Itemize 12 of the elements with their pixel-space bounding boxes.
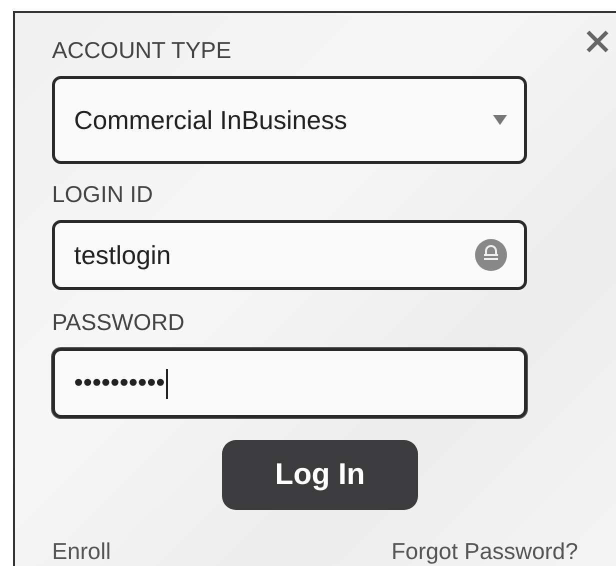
account-type-select[interactable]: Commercial InBusiness: [52, 76, 527, 164]
lock-icon: [475, 239, 507, 271]
field-label: LOGIN ID: [52, 181, 153, 208]
login-button[interactable]: Log In: [222, 440, 418, 510]
close-icon[interactable]: [585, 29, 610, 54]
login-id-field[interactable]: testlogin: [52, 220, 527, 290]
dropdown-caret-icon: [493, 115, 507, 125]
field-label: PASSWORD: [52, 309, 184, 336]
enroll-link[interactable]: Enroll: [52, 538, 111, 565]
field-label: ACCOUNT TYPE: [52, 37, 232, 64]
password-field[interactable]: ••••••••••: [52, 348, 527, 418]
forgot-password-link[interactable]: Forgot Password?: [391, 538, 578, 565]
